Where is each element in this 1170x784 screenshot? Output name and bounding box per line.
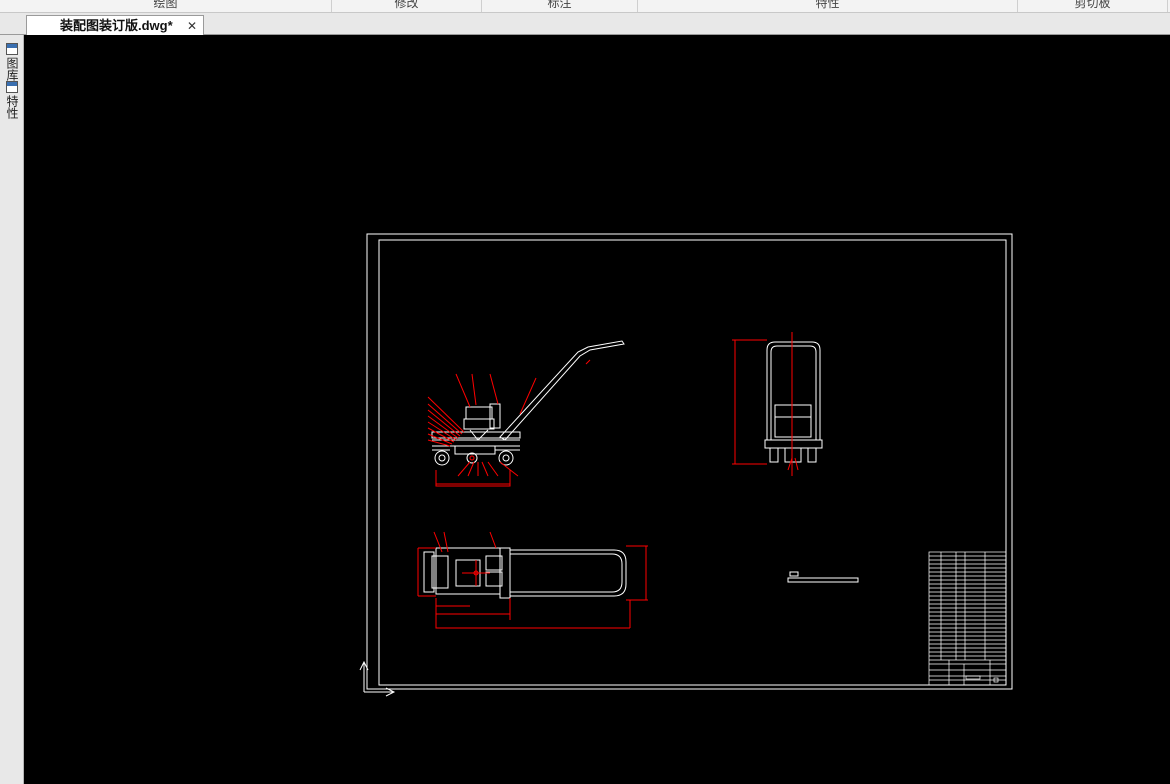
- ribbon-panel-draw[interactable]: 绘图: [0, 0, 332, 12]
- palette-tab-properties-label: 特性: [5, 95, 19, 119]
- side-view: [732, 332, 823, 476]
- ribbon-panel-properties[interactable]: 特性: [638, 0, 1018, 12]
- palette-tab-library[interactable]: 图库: [3, 43, 21, 81]
- ribbon-panel-annotate[interactable]: 标注: [482, 0, 638, 12]
- sheet-outer-border: [366, 233, 1013, 690]
- small-detail-part: [787, 571, 859, 583]
- front-view: [427, 340, 625, 487]
- left-palette-bar: 图库 特性: [0, 35, 24, 784]
- close-icon[interactable]: ✕: [187, 17, 197, 36]
- ribbon-panel-modify[interactable]: 修改: [332, 0, 482, 12]
- drawing-canvas[interactable]: [25, 35, 1170, 784]
- ribbon-panel-titles: 绘图 修改 标注 特性 剪切板: [0, 0, 1170, 13]
- properties-icon: [6, 81, 18, 93]
- drawing-svg: [359, 233, 1013, 697]
- title-block-table: [928, 551, 1007, 686]
- ribbon-panel-clipboard[interactable]: 剪切板: [1018, 0, 1168, 12]
- ucs-axis-icon: [359, 660, 396, 697]
- library-icon: [6, 43, 18, 55]
- document-tab-title: 装配图装订版.dwg*: [60, 18, 173, 33]
- document-tab-bar: 装配图装订版.dwg* ✕: [0, 13, 1170, 36]
- palette-tab-properties[interactable]: 特性: [3, 81, 21, 119]
- palette-tab-library-label: 图库: [5, 57, 19, 81]
- document-tab[interactable]: 装配图装订版.dwg* ✕: [26, 15, 204, 36]
- top-view: [417, 531, 648, 629]
